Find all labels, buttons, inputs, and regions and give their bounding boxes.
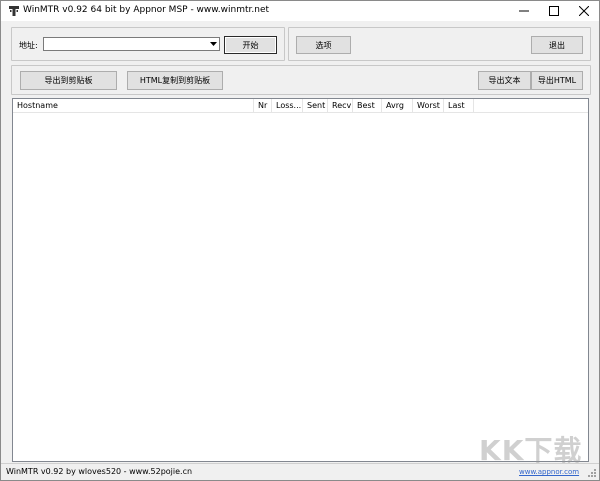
column-best[interactable]: Best — [353, 99, 382, 113]
exit-button[interactable]: 退出 — [531, 36, 583, 54]
html-copy-to-clipboard-button[interactable]: HTML复制到剪贴板 — [127, 71, 223, 90]
title-bar[interactable]: WinMTR v0.92 64 bit by Appnor MSP - www.… — [1, 1, 599, 21]
status-bar: WinMTR v0.92 by wloves520 - www.52pojie.… — [1, 463, 599, 480]
export-text-button[interactable]: 导出文本 — [478, 71, 531, 90]
column-avrg[interactable]: Avrg — [382, 99, 413, 113]
close-icon — [579, 6, 589, 16]
table-header: Hostname Nr Loss... Sent Recv Best Avrg … — [13, 99, 588, 113]
column-recv[interactable]: Recv — [328, 99, 353, 113]
main-window: WinMTR v0.92 64 bit by Appnor MSP - www.… — [0, 0, 600, 481]
chevron-down-icon — [210, 42, 217, 46]
column-nr[interactable]: Nr — [254, 99, 272, 113]
address-dropdown-button[interactable] — [208, 38, 219, 50]
results-table[interactable]: Hostname Nr Loss... Sent Recv Best Avrg … — [12, 98, 589, 462]
column-last[interactable]: Last — [444, 99, 474, 113]
minimize-button[interactable] — [509, 1, 539, 21]
status-text: WinMTR v0.92 by wloves520 - www.52pojie.… — [6, 467, 193, 476]
status-link[interactable]: www.appnor.com — [519, 468, 579, 476]
resize-grip-icon[interactable] — [587, 468, 597, 478]
app-icon — [9, 6, 19, 16]
maximize-icon — [549, 6, 559, 16]
column-worst[interactable]: Worst — [413, 99, 444, 113]
address-input[interactable] — [47, 39, 207, 50]
window-title: WinMTR v0.92 64 bit by Appnor MSP - www.… — [23, 5, 270, 15]
column-loss[interactable]: Loss... — [272, 99, 303, 113]
export-html-button[interactable]: 导出HTML — [531, 71, 583, 90]
options-button[interactable]: 选项 — [296, 36, 351, 54]
start-button[interactable]: 开始 — [224, 36, 277, 54]
column-sent[interactable]: Sent — [303, 99, 328, 113]
address-label: 地址: — [19, 41, 38, 50]
address-combobox[interactable] — [43, 37, 220, 51]
minimize-icon — [519, 10, 529, 12]
site-watermark: KK下载 — [479, 429, 585, 467]
copy-to-clipboard-button[interactable]: 导出到剪贴板 — [20, 71, 117, 90]
maximize-button[interactable] — [539, 1, 569, 21]
close-button[interactable] — [569, 1, 599, 21]
column-hostname[interactable]: Hostname — [13, 99, 254, 113]
